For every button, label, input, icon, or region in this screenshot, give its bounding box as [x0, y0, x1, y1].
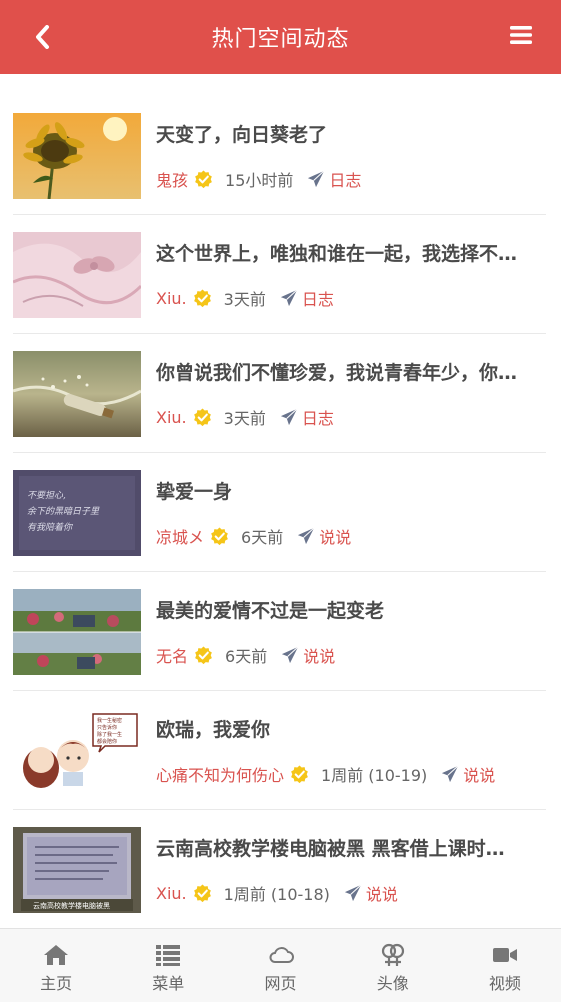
verified-badge-icon [193, 407, 211, 426]
post-time: 1周前 (10-18) [223, 885, 330, 904]
thumb-handwriting-line: 有我陪着你 [27, 522, 74, 533]
menu-button[interactable] [509, 24, 535, 50]
post-category[interactable]: 说说 [319, 524, 351, 548]
cloud-icon [269, 947, 294, 963]
post-item[interactable]: 我一生秘密 只告诉你 除了我一生 都会陪你 欧瑞，我爱你 心痛不知为何伤心 1周… [13, 691, 546, 810]
tab-menu[interactable]: 菜单 [112, 929, 224, 1002]
post-meta: Xiu. 1周前 (10-18) 说说 [156, 881, 398, 905]
paper-plane-icon [280, 289, 298, 307]
home-icon [44, 945, 69, 965]
post-title[interactable]: 这个世界上，唯独和谁在一起，我选择不… [156, 239, 546, 266]
verified-badge-icon [291, 764, 308, 783]
post-thumbnail [13, 232, 141, 318]
tab-label: 网页 [264, 974, 297, 993]
paper-plane-icon [298, 527, 315, 545]
post-title[interactable]: 你曾说我们不懂珍爱，我说青春年少，你… [156, 358, 546, 385]
post-item[interactable]: 云南高校教学楼电脑被黑 云南高校教学楼电脑被黑 黑客借上课时… Xiu. 1周前… [13, 810, 546, 929]
paper-plane-icon [442, 765, 459, 783]
post-category[interactable]: 日志 [302, 286, 334, 310]
back-button[interactable] [28, 22, 56, 52]
thumb-bubble-line: 我一生秘密 [97, 717, 122, 724]
post-category[interactable]: 说说 [463, 762, 495, 786]
thumb-bubble-line: 除了我一生 [97, 731, 122, 738]
post-author[interactable]: Xiu. [156, 408, 187, 427]
post-title[interactable]: 最美的爱情不过是一起变老 [156, 596, 546, 623]
post-title[interactable]: 挚爱一身 [156, 477, 546, 504]
verified-badge-icon [195, 169, 212, 188]
verified-badge-icon [211, 526, 228, 545]
post-meta: Xiu. 3天前 日志 [156, 405, 334, 429]
post-meta: Xiu. 3天前 日志 [156, 286, 334, 310]
post-author[interactable]: 心痛不知为何伤心 [156, 762, 284, 786]
post-thumbnail: 我一生秘密 只告诉你 除了我一生 都会陪你 [13, 708, 141, 794]
verified-badge-icon [193, 883, 211, 902]
tab-web[interactable]: 网页 [224, 929, 336, 1002]
post-title[interactable]: 欧瑞，我爱你 [156, 715, 546, 742]
post-item[interactable]: 最美的爱情不过是一起变老 无名 6天前 说说 [13, 572, 546, 691]
post-item[interactable]: 这个世界上，唯独和谁在一起，我选择不… Xiu. 3天前 日志 [13, 215, 546, 334]
tab-avatar[interactable]: 头像 [337, 929, 449, 1002]
thumb-handwriting-line: 余下的黑暗日子里 [27, 506, 100, 517]
bottom-tab-bar: 主页 菜单 网页 头像 视频 [0, 928, 561, 1002]
post-thumbnail: 云南高校教学楼电脑被黑 [13, 827, 141, 913]
post-meta: 鬼孩 15小时前 日志 [156, 168, 361, 190]
post-category[interactable]: 日志 [302, 405, 334, 429]
post-title[interactable]: 天变了，向日葵老了 [156, 120, 546, 147]
video-camera-icon [492, 948, 517, 962]
post-thumbnail [13, 351, 141, 437]
post-meta: 无名 6天前 说说 [156, 644, 335, 666]
tab-label: 主页 [40, 974, 73, 993]
post-author[interactable]: Xiu. [156, 289, 187, 308]
thumb-caption: 云南高校教学楼电脑被黑 [33, 901, 110, 910]
post-meta: 凉城メ 6天前 说说 [156, 525, 351, 547]
paper-plane-icon [344, 884, 362, 902]
verified-badge-icon [193, 288, 211, 307]
post-author[interactable]: 凉城メ [156, 524, 204, 548]
paper-plane-icon [282, 646, 299, 664]
tab-label: 视频 [488, 974, 521, 993]
chevron-left-icon [36, 25, 49, 49]
post-time: 15小时前 [225, 171, 294, 190]
post-meta: 心痛不知为何伤心 1周前 (10-19) 说说 [156, 763, 495, 785]
tab-video[interactable]: 视频 [449, 929, 561, 1002]
thumb-handwriting-line: 不要担心, [27, 490, 66, 501]
thumb-bubble-line: 都会陪你 [97, 738, 117, 745]
verified-badge-icon [195, 645, 212, 664]
post-category[interactable]: 说说 [303, 643, 335, 667]
page-title: 热门空间动态 [211, 27, 350, 52]
tab-home[interactable]: 主页 [0, 929, 112, 1002]
tab-label: 菜单 [152, 974, 185, 993]
post-author[interactable]: 无名 [156, 643, 188, 667]
post-thumbnail: 不要担心, 余下的黑暗日子里 有我陪着你 [13, 470, 141, 556]
tab-label: 头像 [376, 974, 409, 993]
post-time: 3天前 [223, 290, 266, 309]
post-time: 1周前 (10-19) [321, 766, 428, 785]
post-time: 6天前 [225, 647, 268, 666]
thumb-bubble-line: 只告诉你 [97, 724, 117, 731]
hamburger-icon [510, 26, 532, 44]
list-icon [156, 945, 181, 966]
post-item[interactable]: 天变了，向日葵老了 鬼孩 15小时前 日志 [13, 96, 546, 215]
post-time: 6天前 [241, 528, 284, 547]
paper-plane-icon [308, 170, 325, 188]
paper-plane-icon [280, 408, 298, 426]
post-title[interactable]: 云南高校教学楼电脑被黑 黑客借上课时… [156, 834, 546, 861]
post-item[interactable]: 你曾说我们不懂珍爱，我说青春年少，你… Xiu. 3天前 日志 [13, 334, 546, 453]
post-category[interactable]: 说说 [366, 881, 398, 905]
post-item[interactable]: 不要担心, 余下的黑暗日子里 有我陪着你 挚爱一身 凉城メ 6天前 说说 [13, 453, 546, 572]
top-bar: 热门空间动态 [0, 0, 561, 74]
gender-icon [381, 943, 404, 966]
post-thumbnail [13, 589, 141, 675]
post-thumbnail [13, 113, 141, 199]
post-category[interactable]: 日志 [329, 167, 361, 191]
post-time: 3天前 [223, 409, 266, 428]
post-author[interactable]: Xiu. [156, 884, 187, 903]
post-author[interactable]: 鬼孩 [156, 167, 188, 191]
